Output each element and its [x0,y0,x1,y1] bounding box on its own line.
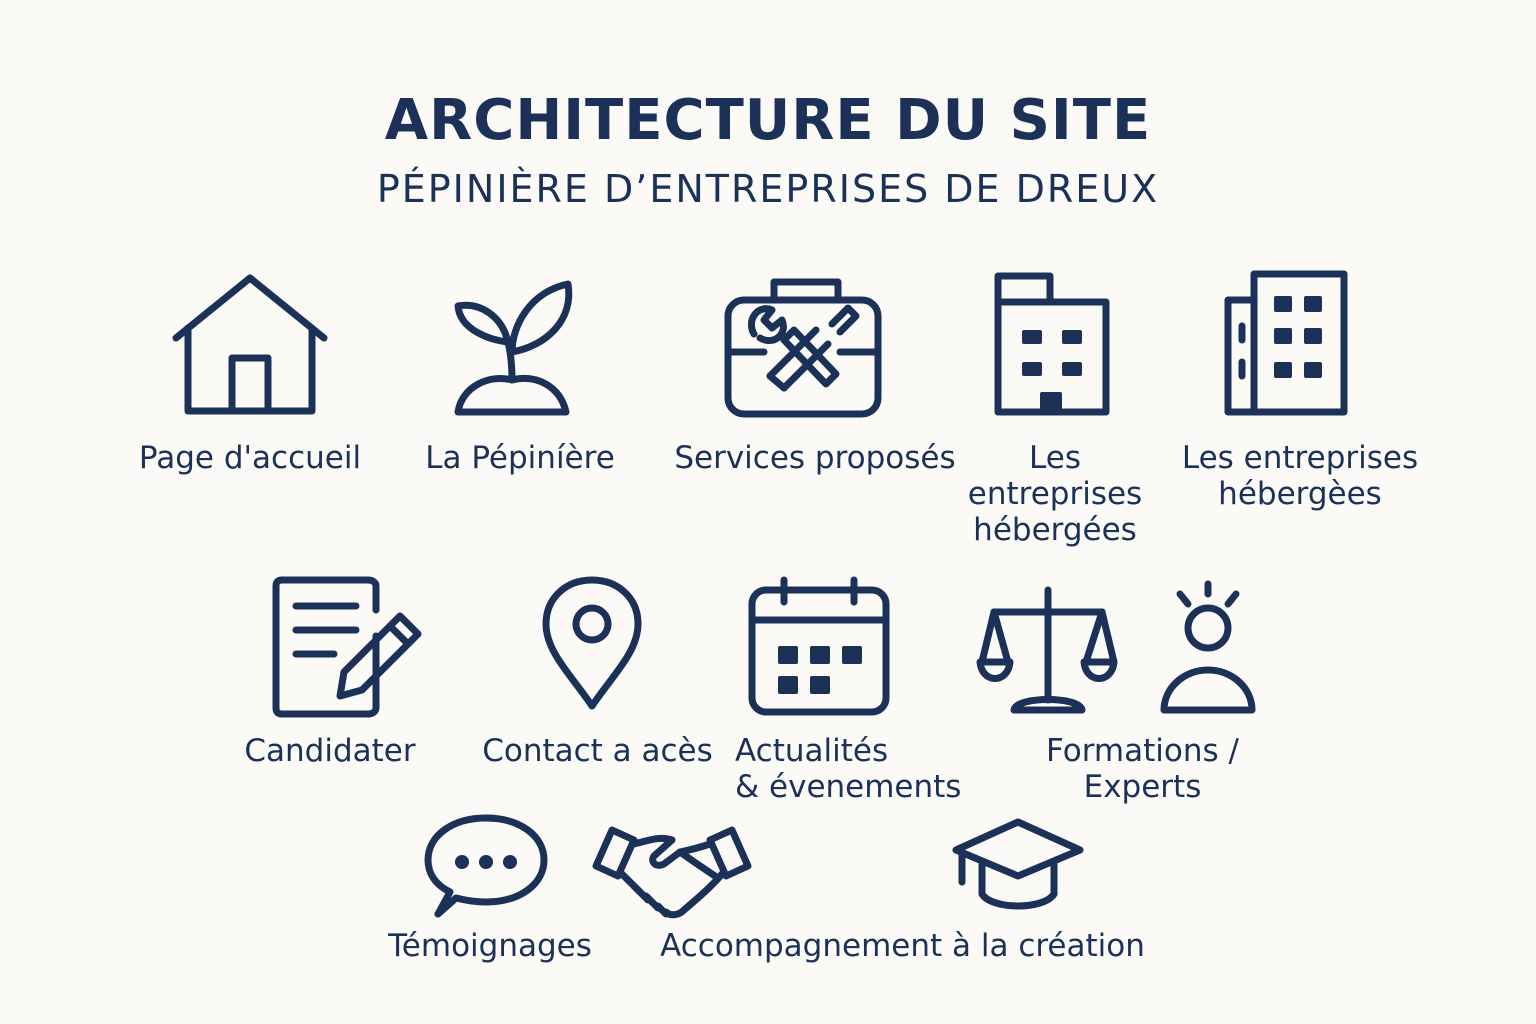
item-label-la-pepiniere: La Pépiníère [425,440,615,476]
document-pencil-icon [272,576,422,718]
item-label-contact-acces: Contact a acès [482,733,713,769]
item-label-entreprises-hebergees-2: Les entreprises hébergèes [1181,440,1419,512]
speech-bubble-icon [424,814,548,918]
expert-person-icon [1158,580,1258,716]
map-pin-icon [542,576,642,712]
item-label-candidater: Candidater [244,733,416,769]
page-title: ARCHITECTURE DU SITE [384,88,1152,153]
item-label-formations-experts: Formations / Experts [1046,733,1239,805]
sprout-icon [450,280,580,420]
item-label-services-proposes: Services proposés [674,440,956,476]
building-icon [994,270,1114,416]
office-buildings-icon [1222,270,1352,416]
scales-icon [976,586,1118,716]
item-label-temoignages: Témoignages [388,928,592,964]
graduation-cap-icon [952,818,1084,914]
toolbox-icon [724,274,884,420]
item-label-actualites-evenements: Actualités & évenements [735,733,962,805]
calendar-icon [748,576,892,718]
item-label-accompagnement-creation: Accompagnement à la création [660,928,1145,964]
page-subtitle: PÉPINIÈRE D’ENTREPRISES DE DREUX [376,167,1160,211]
house-icon [170,272,330,418]
item-label-page-accueil: Page d'accueil [138,440,362,476]
handshake-icon [592,826,752,922]
item-label-entreprises-hebergees-1: Les entreprises hébergées [967,440,1143,548]
